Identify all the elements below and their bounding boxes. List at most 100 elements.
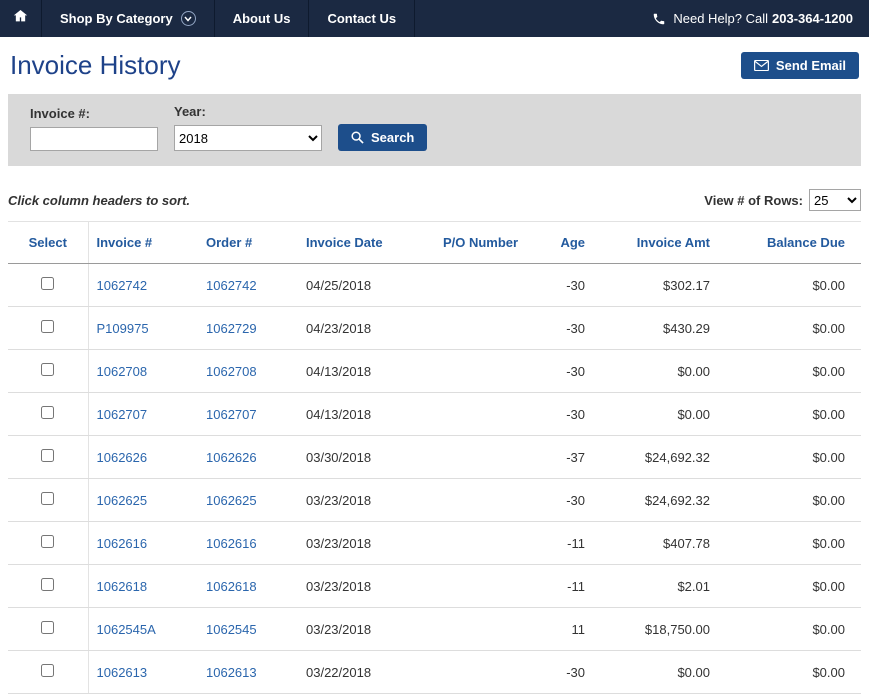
order-number-link[interactable]: 1062625 bbox=[206, 493, 257, 508]
invoice-number-link[interactable]: 1062625 bbox=[97, 493, 148, 508]
order-number-cell: 1062625 bbox=[198, 479, 298, 522]
table-header-row: Select Invoice # Order # Invoice Date P/… bbox=[8, 222, 861, 264]
select-cell bbox=[8, 436, 88, 479]
invoice-number-cell: 1062708 bbox=[88, 350, 198, 393]
year-filter-group: Year: 2018 bbox=[174, 104, 322, 151]
invoice-number-link[interactable]: 1062616 bbox=[97, 536, 148, 551]
row-select-checkbox[interactable] bbox=[41, 363, 54, 376]
nav-item-contact-us[interactable]: Contact Us bbox=[309, 0, 415, 37]
column-header-invoice-amt[interactable]: Invoice Amt bbox=[601, 222, 726, 264]
order-number-link[interactable]: 1062708 bbox=[206, 364, 257, 379]
age-cell: -30 bbox=[543, 350, 601, 393]
invoice-amount-cell: $24,692.32 bbox=[601, 436, 726, 479]
row-select-checkbox[interactable] bbox=[41, 277, 54, 290]
invoice-amount-cell: $302.17 bbox=[601, 264, 726, 307]
order-number-link[interactable]: 1062707 bbox=[206, 407, 257, 422]
filter-bar: Invoice #: Year: 2018 Search bbox=[8, 94, 861, 166]
order-number-link[interactable]: 1062742 bbox=[206, 278, 257, 293]
invoice-date-cell: 04/13/2018 bbox=[298, 393, 418, 436]
po-number-cell bbox=[418, 608, 543, 651]
year-filter-label: Year: bbox=[174, 104, 322, 119]
order-number-link[interactable]: 1062613 bbox=[206, 665, 257, 680]
order-number-cell: 1062729 bbox=[198, 307, 298, 350]
rows-per-page-control: View # of Rows: 25 bbox=[704, 189, 861, 211]
po-number-cell bbox=[418, 264, 543, 307]
table-row: P109975 1062729 04/23/2018 -30 $430.29 $… bbox=[8, 307, 861, 350]
send-email-label: Send Email bbox=[776, 58, 846, 73]
row-select-checkbox[interactable] bbox=[41, 535, 54, 548]
invoice-amount-cell: $0.00 bbox=[601, 350, 726, 393]
table-row: 1062618 1062618 03/23/2018 -11 $2.01 $0.… bbox=[8, 565, 861, 608]
invoice-date-cell: 03/23/2018 bbox=[298, 608, 418, 651]
invoice-number-link[interactable]: 1062626 bbox=[97, 450, 148, 465]
order-number-link[interactable]: 1062729 bbox=[206, 321, 257, 336]
column-header-age[interactable]: Age bbox=[543, 222, 601, 264]
envelope-icon bbox=[754, 60, 769, 71]
invoice-number-link[interactable]: P109975 bbox=[97, 321, 149, 336]
select-cell bbox=[8, 522, 88, 565]
invoice-date-cell: 03/23/2018 bbox=[298, 479, 418, 522]
nav-item-label: Shop By Category bbox=[60, 11, 173, 26]
column-header-order[interactable]: Order # bbox=[198, 222, 298, 264]
rows-per-page-select[interactable]: 25 bbox=[809, 189, 861, 211]
invoice-number-link[interactable]: 1062613 bbox=[97, 665, 148, 680]
invoice-date-cell: 03/30/2018 bbox=[298, 436, 418, 479]
top-navbar: Shop By Category About Us Contact Us Nee… bbox=[0, 0, 869, 37]
po-number-cell bbox=[418, 651, 543, 694]
help-text: Need Help? Call bbox=[673, 11, 768, 26]
age-cell: -30 bbox=[543, 393, 601, 436]
balance-due-cell: $0.00 bbox=[726, 651, 861, 694]
invoice-amount-cell: $0.00 bbox=[601, 651, 726, 694]
po-number-cell bbox=[418, 522, 543, 565]
order-number-cell: 1062626 bbox=[198, 436, 298, 479]
invoice-number-cell: 1062613 bbox=[88, 651, 198, 694]
nav-item-about-us[interactable]: About Us bbox=[215, 0, 310, 37]
invoice-amount-cell: $407.78 bbox=[601, 522, 726, 565]
column-header-balance-due[interactable]: Balance Due bbox=[726, 222, 861, 264]
row-select-checkbox[interactable] bbox=[41, 492, 54, 505]
invoice-number-input[interactable] bbox=[30, 127, 158, 151]
invoice-table-body: 1062742 1062742 04/25/2018 -30 $302.17 $… bbox=[8, 264, 861, 694]
age-cell: -30 bbox=[543, 307, 601, 350]
invoice-number-link[interactable]: 1062742 bbox=[97, 278, 148, 293]
table-row: 1062626 1062626 03/30/2018 -37 $24,692.3… bbox=[8, 436, 861, 479]
column-header-invoice[interactable]: Invoice # bbox=[88, 222, 198, 264]
age-cell: -37 bbox=[543, 436, 601, 479]
row-select-checkbox[interactable] bbox=[41, 320, 54, 333]
invoice-number-link[interactable]: 1062707 bbox=[97, 407, 148, 422]
column-header-select[interactable]: Select bbox=[8, 222, 88, 264]
row-select-checkbox[interactable] bbox=[41, 406, 54, 419]
search-button[interactable]: Search bbox=[338, 124, 427, 151]
column-header-invoice-date[interactable]: Invoice Date bbox=[298, 222, 418, 264]
age-cell: -11 bbox=[543, 522, 601, 565]
row-select-checkbox[interactable] bbox=[41, 578, 54, 591]
invoice-number-link[interactable]: 1062618 bbox=[97, 579, 148, 594]
age-cell: -30 bbox=[543, 651, 601, 694]
column-header-po-number[interactable]: P/O Number bbox=[418, 222, 543, 264]
balance-due-cell: $0.00 bbox=[726, 350, 861, 393]
order-number-cell: 1062742 bbox=[198, 264, 298, 307]
invoice-date-cell: 04/25/2018 bbox=[298, 264, 418, 307]
balance-due-cell: $0.00 bbox=[726, 393, 861, 436]
row-select-checkbox[interactable] bbox=[41, 664, 54, 677]
invoice-number-link[interactable]: 1062545A bbox=[97, 622, 156, 637]
home-button[interactable] bbox=[0, 0, 42, 37]
nav-item-shop-by-category[interactable]: Shop By Category bbox=[42, 0, 215, 37]
order-number-link[interactable]: 1062626 bbox=[206, 450, 257, 465]
send-email-button[interactable]: Send Email bbox=[741, 52, 859, 79]
invoice-number-link[interactable]: 1062708 bbox=[97, 364, 148, 379]
year-select[interactable]: 2018 bbox=[174, 125, 322, 151]
order-number-link[interactable]: 1062618 bbox=[206, 579, 257, 594]
invoice-date-cell: 03/23/2018 bbox=[298, 522, 418, 565]
order-number-link[interactable]: 1062545 bbox=[206, 622, 257, 637]
order-number-cell: 1062616 bbox=[198, 522, 298, 565]
order-number-link[interactable]: 1062616 bbox=[206, 536, 257, 551]
need-help-phone[interactable]: Need Help? Call 203-364-1200 bbox=[652, 0, 869, 37]
invoice-amount-cell: $24,692.32 bbox=[601, 479, 726, 522]
po-number-cell bbox=[418, 436, 543, 479]
balance-due-cell: $0.00 bbox=[726, 264, 861, 307]
row-select-checkbox[interactable] bbox=[41, 449, 54, 462]
row-select-checkbox[interactable] bbox=[41, 621, 54, 634]
table-row: 1062616 1062616 03/23/2018 -11 $407.78 $… bbox=[8, 522, 861, 565]
balance-due-cell: $0.00 bbox=[726, 608, 861, 651]
